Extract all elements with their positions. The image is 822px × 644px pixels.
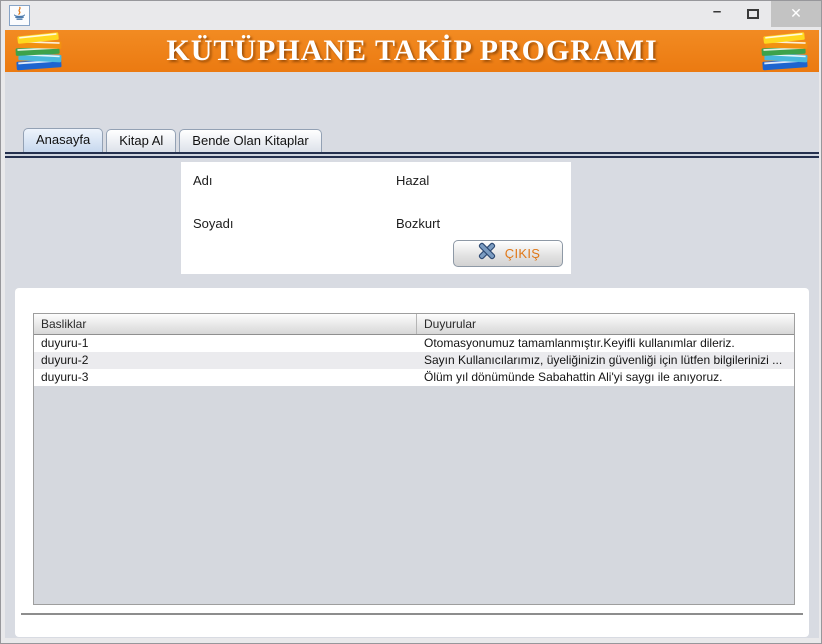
tab-underline (5, 152, 819, 158)
header-banner: KÜTÜPHANE TAKİP PROGRAMI (5, 30, 819, 72)
name-label: Adı (193, 173, 213, 188)
maximize-icon (747, 9, 759, 19)
close-button[interactable]: ✕ (771, 1, 821, 27)
announcements-table: Basliklar Duyurular duyuru-1 Otomasyonum… (33, 313, 795, 605)
exit-button-label: ÇIKIŞ (505, 246, 540, 261)
blue-x-cross-icon (476, 241, 498, 266)
client-area: Anasayfa Kitap Al Bende Olan Kitaplar Ad… (5, 72, 819, 638)
cell-text: Sayın Kullanıcılarımız, üyeliğinizin güv… (417, 352, 794, 369)
tab-bende-olan-kitaplar[interactable]: Bende Olan Kitaplar (179, 129, 321, 152)
page-title: KÜTÜPHANE TAKİP PROGRAMI (67, 34, 757, 68)
table-row[interactable]: duyuru-3 Ölüm yıl dönümünde Sabahattin A… (34, 369, 794, 386)
exit-button[interactable]: ÇIKIŞ (453, 240, 563, 267)
column-header-basliklar[interactable]: Basliklar (34, 314, 417, 334)
column-header-duyurular[interactable]: Duyurular (417, 314, 794, 334)
cell-text: Ölüm yıl dönümünde Sabahattin Ali'yi say… (417, 369, 794, 386)
panel-separator (21, 613, 803, 615)
table-header-row: Basliklar Duyurular (34, 314, 794, 335)
cell-title: duyuru-1 (34, 335, 417, 352)
cell-text: Otomasyonumuz tamamlanmıştır.Keyifli kul… (417, 335, 794, 352)
title-bar: – ✕ (1, 1, 821, 30)
tab-bar: Anasayfa Kitap Al Bende Olan Kitaplar (23, 128, 325, 152)
surname-value: Bozkurt (396, 216, 440, 231)
window-menu-button[interactable] (9, 5, 30, 26)
window-controls: – ✕ (699, 1, 821, 27)
minimize-button[interactable]: – (699, 1, 735, 27)
surname-label: Soyadı (193, 216, 233, 231)
book-stack-icon-left (11, 31, 67, 71)
table-row[interactable]: duyuru-2 Sayın Kullanıcılarımız, üyeliği… (34, 352, 794, 369)
name-value: Hazal (396, 173, 429, 188)
tab-anasayfa[interactable]: Anasayfa (23, 128, 103, 152)
cell-title: duyuru-3 (34, 369, 417, 386)
tab-kitap-al[interactable]: Kitap Al (106, 129, 176, 152)
maximize-button[interactable] (735, 1, 771, 27)
table-row[interactable]: duyuru-1 Otomasyonumuz tamamlanmıştır.Ke… (34, 335, 794, 352)
book-stack-icon-right (757, 31, 813, 71)
java-icon (12, 6, 27, 26)
announcements-panel: Basliklar Duyurular duyuru-1 Otomasyonum… (15, 288, 809, 637)
profile-panel: Adı Hazal Soyadı Bozkurt ÇIKIŞ (181, 162, 571, 274)
app-window: – ✕ KÜTÜPHANE TAKİP PROGRAMI (0, 0, 822, 644)
cell-title: duyuru-2 (34, 352, 417, 369)
